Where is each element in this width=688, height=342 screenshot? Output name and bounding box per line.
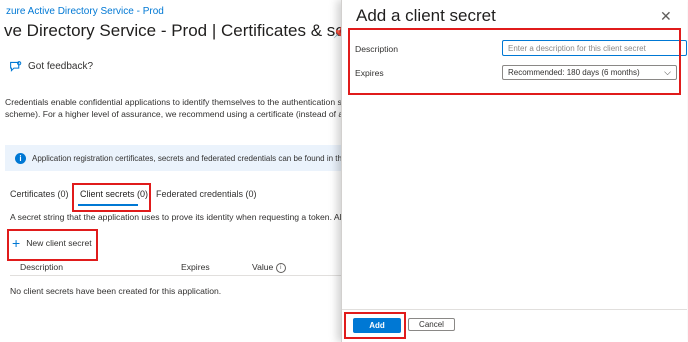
- description-input[interactable]: [502, 40, 687, 56]
- column-header-expires: Expires: [181, 262, 210, 272]
- chevron-down-icon: ⌵: [664, 67, 671, 77]
- info-banner-text: Application registration certificates, s…: [32, 153, 341, 163]
- tab-certificates[interactable]: Certificates (0): [10, 189, 69, 199]
- credentials-description: Credentials enable confidential applicat…: [5, 96, 341, 120]
- panel-title: Add a client secret: [356, 6, 496, 25]
- expires-label: Expires: [355, 68, 384, 78]
- description-line: Credentials enable confidential applicat…: [5, 97, 341, 107]
- empty-state-message: No client secrets have been created for …: [10, 286, 222, 296]
- expires-dropdown[interactable]: Recommended: 180 days (6 months) ⌵: [502, 65, 677, 80]
- tab-client-secrets[interactable]: Client secrets (0): [80, 189, 148, 199]
- column-header-value-label: Value: [252, 262, 274, 272]
- info-icon: i: [15, 152, 26, 164]
- add-client-secret-panel: Add a client secret ✕ Description Expire…: [341, 0, 687, 342]
- tab-federated-credentials[interactable]: Federated credentials (0): [156, 189, 257, 199]
- description-line: scheme). For a higher level of assurance…: [5, 109, 341, 119]
- highlight-box: [348, 28, 681, 95]
- client-secret-description: A secret string that the application use…: [10, 212, 341, 222]
- feedback-label: Got feedback?: [28, 61, 94, 72]
- info-icon[interactable]: i: [275, 262, 286, 273]
- plus-icon: +: [12, 235, 21, 251]
- table-divider: [10, 275, 341, 276]
- close-icon[interactable]: ✕: [660, 8, 672, 25]
- add-button[interactable]: Add: [353, 318, 401, 333]
- info-banner: i Application registration certificates,…: [5, 145, 341, 171]
- column-header-description: Description: [20, 262, 63, 272]
- breadcrumb[interactable]: zure Active Directory Service - Prod: [6, 6, 164, 17]
- active-tab-indicator: [78, 204, 138, 206]
- new-client-secret-label: New client secret: [26, 238, 92, 248]
- cancel-button[interactable]: Cancel: [408, 318, 455, 331]
- column-header-value: Value i: [252, 262, 286, 273]
- new-client-secret-button[interactable]: + New client secret: [12, 235, 92, 251]
- feedback-link[interactable]: Got feedback?: [9, 60, 93, 73]
- feedback-icon: [10, 61, 22, 72]
- description-label: Description: [355, 44, 398, 54]
- expires-selected-value: Recommended: 180 days (6 months): [508, 68, 640, 77]
- tab-list: Certificates (0) Client secrets (0) Fede…: [10, 189, 340, 203]
- footer-divider: [342, 309, 687, 310]
- page-title: ve Directory Service - Prod | Certificat…: [4, 21, 382, 40]
